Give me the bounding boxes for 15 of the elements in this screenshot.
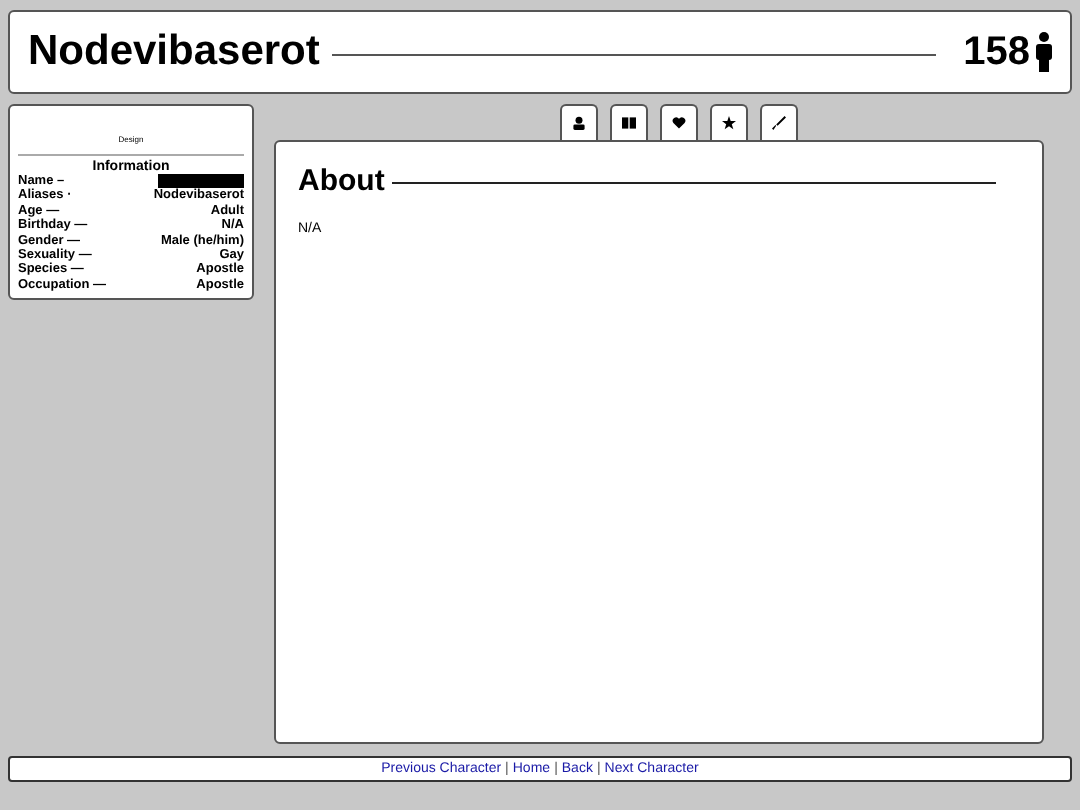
book-tab[interactable] xyxy=(610,104,648,140)
star-tab[interactable] xyxy=(710,104,748,140)
person-tab[interactable] xyxy=(560,104,598,140)
person-icon xyxy=(572,116,586,130)
heart-tab[interactable] xyxy=(660,104,698,140)
redaction-bar xyxy=(158,174,244,188)
book-icon xyxy=(622,116,636,130)
brush-tab[interactable] xyxy=(760,104,798,140)
character-count: 158 xyxy=(963,29,1030,75)
star-icon xyxy=(722,116,736,130)
page-title: Nodevibaserot xyxy=(28,28,320,76)
person-icon xyxy=(1036,32,1052,72)
brush-icon xyxy=(772,116,786,130)
section-heading: About xyxy=(298,164,385,198)
heart-icon xyxy=(672,116,686,130)
